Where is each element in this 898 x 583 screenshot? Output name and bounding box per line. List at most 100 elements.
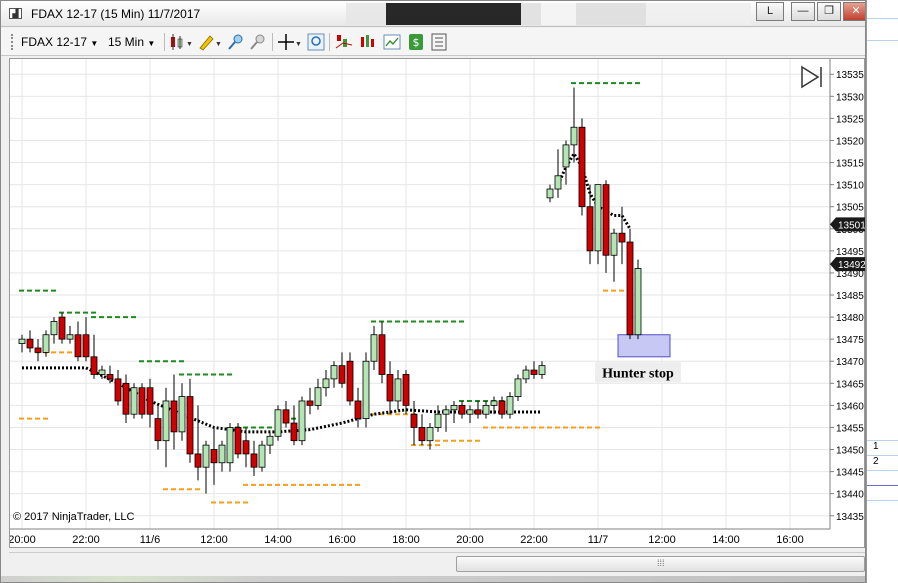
candle-down[interactable] xyxy=(82,334,90,358)
link-button[interactable]: L xyxy=(756,2,784,21)
candle-down[interactable] xyxy=(498,400,506,415)
candle-up[interactable] xyxy=(466,409,474,415)
candle-up[interactable] xyxy=(610,232,618,256)
candle-down[interactable] xyxy=(378,334,386,375)
candle-up[interactable] xyxy=(298,400,306,442)
candle-down[interactable] xyxy=(346,360,354,402)
candle-up[interactable] xyxy=(130,387,138,415)
chart-properties-icon[interactable] xyxy=(383,33,401,51)
candle-up[interactable] xyxy=(202,444,210,468)
candle-down[interactable] xyxy=(170,400,178,433)
candle-down[interactable] xyxy=(474,409,482,415)
candle-down[interactable] xyxy=(418,427,426,442)
candle-down[interactable] xyxy=(74,334,82,358)
candle-up[interactable] xyxy=(322,378,330,389)
candle-up[interactable] xyxy=(450,404,458,411)
candle-down[interactable] xyxy=(402,374,410,406)
candle-up[interactable] xyxy=(426,427,434,442)
crosshair-icon[interactable]: ▼ xyxy=(278,33,302,51)
candle-up[interactable] xyxy=(562,144,570,168)
candle-up[interactable] xyxy=(274,409,282,437)
candle-up[interactable] xyxy=(554,175,562,190)
candle-up[interactable] xyxy=(330,365,338,380)
zoom-out-icon[interactable] xyxy=(249,33,267,51)
candle-down[interactable] xyxy=(602,184,610,256)
candle-down[interactable] xyxy=(210,449,218,464)
toolbar-grip-icon[interactable] xyxy=(11,34,15,50)
candle-up[interactable] xyxy=(98,369,106,375)
candle-down[interactable] xyxy=(242,440,250,455)
indicators-icon[interactable] xyxy=(335,33,353,51)
candle-down[interactable] xyxy=(114,378,122,402)
candle-down[interactable] xyxy=(290,422,298,442)
candle-down[interactable] xyxy=(626,241,634,336)
candle-down[interactable] xyxy=(618,232,626,243)
candle-up[interactable] xyxy=(594,184,602,252)
candle-up[interactable] xyxy=(258,444,266,468)
candle-down[interactable] xyxy=(410,413,418,428)
candle-down[interactable] xyxy=(306,400,314,406)
interval-selector[interactable]: 15 Min ▼ xyxy=(108,35,155,49)
candle-up[interactable] xyxy=(394,378,402,402)
candle-up[interactable] xyxy=(490,400,498,406)
chart-panel[interactable]: 13435 13440 13445 13450 13455 13460 13465 13470… xyxy=(9,58,865,548)
candle-down[interactable] xyxy=(138,387,146,415)
horizontal-scrollbar[interactable]: ⁞⁞⁞ xyxy=(9,552,865,574)
candle-down[interactable] xyxy=(530,369,538,375)
candle-up[interactable] xyxy=(362,360,370,420)
candle-up[interactable] xyxy=(218,444,226,464)
candle-down[interactable] xyxy=(26,338,34,349)
candle-down[interactable] xyxy=(146,387,154,415)
candle-up[interactable] xyxy=(370,334,378,362)
candle-up[interactable] xyxy=(538,365,546,375)
strategies-icon[interactable] xyxy=(359,33,377,51)
hunter-stop-zone[interactable] xyxy=(617,334,671,358)
candle-down[interactable] xyxy=(282,409,290,424)
candle-up[interactable] xyxy=(42,334,50,353)
close-button[interactable]: ✕ xyxy=(843,2,865,21)
candle-down[interactable] xyxy=(338,365,346,384)
candle-up[interactable] xyxy=(482,404,490,415)
candle-down[interactable] xyxy=(194,453,202,468)
magnify-icon[interactable] xyxy=(307,33,325,51)
candle-up[interactable] xyxy=(162,400,170,442)
candle-down[interactable] xyxy=(354,400,362,420)
dollar-icon[interactable]: $ xyxy=(407,33,425,51)
price-chart[interactable]: 13435 13440 13445 13450 13455 13460 13465 13470… xyxy=(10,59,866,549)
scrollbar-thumb[interactable]: ⁞⁞⁞ xyxy=(456,556,865,572)
candle-up[interactable] xyxy=(506,396,514,415)
candle-up[interactable] xyxy=(314,387,322,406)
data-box-icon[interactable] xyxy=(430,33,448,51)
title-bar[interactable]: ▟ FDAX 12-17 (15 Min) 11/7/2017 L — ❐ ✕ xyxy=(1,1,865,27)
candle-down[interactable] xyxy=(386,374,394,402)
candle-down[interactable] xyxy=(578,126,586,208)
candle-down[interactable] xyxy=(106,374,114,380)
candle-down[interactable] xyxy=(34,347,42,353)
candle-up[interactable] xyxy=(434,413,442,428)
candle-down[interactable] xyxy=(586,206,594,252)
candle-up[interactable] xyxy=(50,321,58,336)
candle-up[interactable] xyxy=(570,126,578,146)
minimize-button[interactable]: — xyxy=(791,2,815,21)
scroll-to-end-icon[interactable] xyxy=(801,65,820,89)
candle-up[interactable] xyxy=(514,378,522,397)
candle-up[interactable] xyxy=(634,268,642,336)
bar-type-icon[interactable]: ▼ xyxy=(169,33,193,51)
candle-down[interactable] xyxy=(186,396,194,455)
candle-up[interactable] xyxy=(522,369,530,380)
candle-down[interactable] xyxy=(122,382,130,415)
candle-down[interactable] xyxy=(234,427,242,455)
candle-up[interactable] xyxy=(226,427,234,464)
drawing-tool-icon[interactable]: ▼ xyxy=(197,33,223,51)
restore-button[interactable]: ❐ xyxy=(817,2,841,21)
candle-up[interactable] xyxy=(266,435,274,446)
candle-up[interactable] xyxy=(18,338,26,344)
zoom-in-icon[interactable] xyxy=(227,33,245,51)
candle-down[interactable] xyxy=(90,356,98,375)
candle-up[interactable] xyxy=(66,334,74,340)
candle-up[interactable] xyxy=(546,188,554,199)
candle-down[interactable] xyxy=(458,404,466,415)
candle-down[interactable] xyxy=(58,316,66,340)
candle-up[interactable] xyxy=(442,409,450,415)
instrument-selector[interactable]: FDAX 12-17 ▼ xyxy=(21,35,98,49)
